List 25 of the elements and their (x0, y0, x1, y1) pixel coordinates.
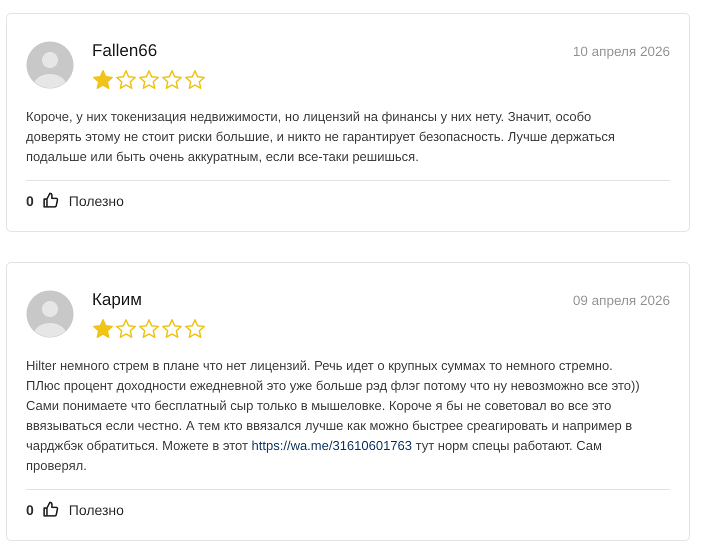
thumbs-up-icon (42, 192, 59, 209)
review-text: Hilter немного стрем в плане что нет лицензий. Речь идет о крупных суммах то немного стремно. ПЛюс процент доходности ежедневной это уже больше рэд флэг потому что ну невозможно все это)) Сами понимаете что бесплатный сыр только в мышеловке. Короче я бы не советовал во все это ввязываться если честно. А тем кто ввязался лучше как можно быстрее среагировать и например в чарджбэк обратиться. Можете в этот https://wa.me/31610601763 тут норм спецы работают. Сам проверял. (26, 357, 641, 475)
empty-star-icon (184, 69, 206, 91)
empty-star-icon (115, 318, 137, 340)
review-date: 09 апреля 2026 (572, 292, 670, 308)
author-name: Карим (92, 290, 143, 310)
empty-star-icon (138, 318, 160, 340)
helpful-button[interactable]: Полезно (42, 192, 124, 209)
like-count: 0 (26, 192, 34, 208)
review-text: Короче, у них токенизация недвижимости, но лицензий на финансы у них нету. Значит, особо доверять этому не стоит риски большие, и никто не гарантирует безопасность. Лучше держаться подальше или быть очень аккуратным, если все-таки решишься. (26, 108, 616, 166)
filled-star-icon (92, 69, 114, 91)
empty-star-icon (138, 69, 160, 91)
avatar-icon (26, 290, 74, 338)
review-link[interactable]: https://wa.me/31610601763 (252, 438, 412, 453)
author-name: Fallen66 (92, 41, 158, 61)
helpful-button[interactable]: Полезно (42, 501, 124, 518)
empty-star-icon (184, 318, 206, 340)
empty-star-icon (115, 69, 137, 91)
thumbs-up-icon (42, 501, 59, 518)
filled-star-icon (92, 318, 114, 340)
empty-star-icon (161, 69, 183, 91)
avatar-icon (26, 41, 74, 89)
like-count: 0 (26, 502, 34, 518)
review-date: 10 апреля 2026 (572, 43, 670, 59)
empty-star-icon (161, 318, 183, 340)
